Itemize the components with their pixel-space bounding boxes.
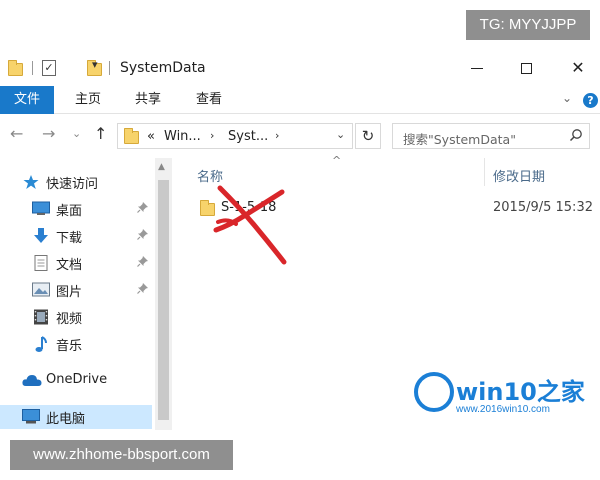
pin-icon[interactable] <box>137 229 148 243</box>
cloud-icon <box>22 373 42 388</box>
column-header-name[interactable]: 名称 <box>197 166 223 185</box>
recent-locations-button[interactable]: ⌄ <box>72 127 81 140</box>
sidebar-item-desktop[interactable]: 桌面 <box>0 197 152 221</box>
sidebar-item-music[interactable]: 音乐 <box>0 332 152 356</box>
maximize-icon <box>520 63 532 74</box>
file-name: S-1-5-18 <box>221 200 277 215</box>
divider <box>109 61 110 75</box>
up-button[interactable]: ↑ <box>94 124 107 143</box>
search-icon <box>569 128 583 146</box>
sidebar-item-label: 音乐 <box>56 339 83 354</box>
sidebar-item-onedrive[interactable]: OneDrive <box>0 369 152 393</box>
sidebar-item-this-pc[interactable]: 此电脑 <box>0 405 152 429</box>
window-title: SystemData <box>120 60 206 76</box>
address-dropdown-icon[interactable]: ⌄ <box>336 128 345 141</box>
minimize-button[interactable] <box>462 56 492 80</box>
computer-icon <box>22 409 40 424</box>
sidebar-item-label: 快速访问 <box>46 177 99 192</box>
sidebar-item-label: 文档 <box>56 258 83 273</box>
tab-file[interactable]: 文件 <box>0 86 54 114</box>
picture-icon <box>32 282 50 297</box>
logo-circle-icon <box>414 372 454 412</box>
column-divider[interactable] <box>484 158 485 186</box>
breadcrumb-system[interactable]: Syst... <box>228 129 268 144</box>
sidebar-item-label: 图片 <box>56 285 83 300</box>
folder-icon <box>200 200 215 216</box>
forward-button[interactable]: → <box>42 124 55 143</box>
back-button[interactable]: ← <box>10 124 23 143</box>
sort-ascending-icon: ^ <box>332 154 342 167</box>
breadcrumb-windows[interactable]: Win... <box>164 129 201 144</box>
watermark-tag: TG: MYYJJPP <box>466 10 590 40</box>
search-placeholder: 搜索"SystemData" <box>403 132 516 147</box>
breadcrumb-arrow[interactable]: › <box>275 129 279 142</box>
table-row[interactable]: S-1-5-18 2015/9/5 15:32 <box>190 198 600 220</box>
desktop-icon <box>32 201 50 216</box>
breadcrumb-arrow[interactable]: › <box>210 129 214 142</box>
ribbon-tabs: 文件 主页 共享 查看 ⌄ ? <box>0 86 600 114</box>
logo-text: win10之家 <box>456 378 585 406</box>
minimize-icon <box>471 68 483 69</box>
red-cross-annotation <box>213 185 287 265</box>
sidebar-item-quick-access[interactable]: 快速访问 <box>0 170 152 194</box>
address-bar[interactable]: « Win... › Syst... › ⌄ <box>117 123 353 149</box>
maximize-button[interactable] <box>511 56 541 80</box>
pin-icon[interactable] <box>137 256 148 270</box>
navigation-pane: 快速访问 桌面 下载 文档 图片 视频 音乐 OneDrive 此电脑 ▲ <box>0 158 172 430</box>
tab-share[interactable]: 共享 <box>124 86 172 114</box>
download-icon <box>32 228 49 243</box>
url-watermark: www.zhhome-bbsport.com <box>10 440 233 470</box>
sidebar-item-label: 下载 <box>56 231 83 246</box>
logo-url: www.2016win10.com <box>456 404 550 415</box>
folder-icon <box>8 60 23 76</box>
pin-icon[interactable] <box>137 202 148 216</box>
title-bar: ✓ ▾ SystemData ✕ <box>0 50 600 86</box>
sidebar-item-documents[interactable]: 文档 <box>0 251 152 275</box>
music-icon <box>32 336 49 352</box>
divider <box>32 61 33 75</box>
properties-check-icon[interactable]: ✓ <box>42 60 56 76</box>
document-icon <box>32 255 49 271</box>
file-modified-date: 2015/9/5 15:32 <box>493 200 593 215</box>
refresh-button[interactable]: ↻ <box>355 123 381 149</box>
customize-qat-icon[interactable]: ▾ <box>92 58 98 71</box>
folder-icon <box>124 128 139 144</box>
column-header-modified[interactable]: 修改日期 <box>493 166 545 185</box>
breadcrumb-overflow[interactable]: « <box>147 129 155 144</box>
expand-ribbon-icon[interactable]: ⌄ <box>562 91 572 105</box>
win10-logo-watermark: win10之家 www.2016win10.com <box>410 370 600 428</box>
search-box[interactable]: 搜索"SystemData" <box>392 123 590 149</box>
close-button[interactable]: ✕ <box>563 56 593 80</box>
navigation-pane-scrollbar[interactable]: ▲ <box>155 158 172 430</box>
sidebar-item-videos[interactable]: 视频 <box>0 305 152 329</box>
help-icon[interactable]: ? <box>583 93 598 108</box>
sidebar-item-label: 桌面 <box>56 204 83 219</box>
scrollbar-thumb[interactable] <box>158 180 169 420</box>
star-icon <box>22 174 39 189</box>
sidebar-item-label: 视频 <box>56 312 83 327</box>
sidebar-item-downloads[interactable]: 下载 <box>0 224 152 248</box>
pin-icon[interactable] <box>137 283 148 297</box>
sidebar-item-pictures[interactable]: 图片 <box>0 278 152 302</box>
scroll-up-icon[interactable]: ▲ <box>158 162 165 172</box>
tab-view[interactable]: 查看 <box>185 86 233 114</box>
video-icon <box>32 309 49 325</box>
navigation-bar: ← → ⌄ ↑ « Win... › Syst... › ⌄ ↻ 搜索"Syst… <box>0 118 600 154</box>
sidebar-item-label: 此电脑 <box>46 412 86 427</box>
tab-home[interactable]: 主页 <box>64 86 112 114</box>
sidebar-item-label: OneDrive <box>46 372 108 387</box>
